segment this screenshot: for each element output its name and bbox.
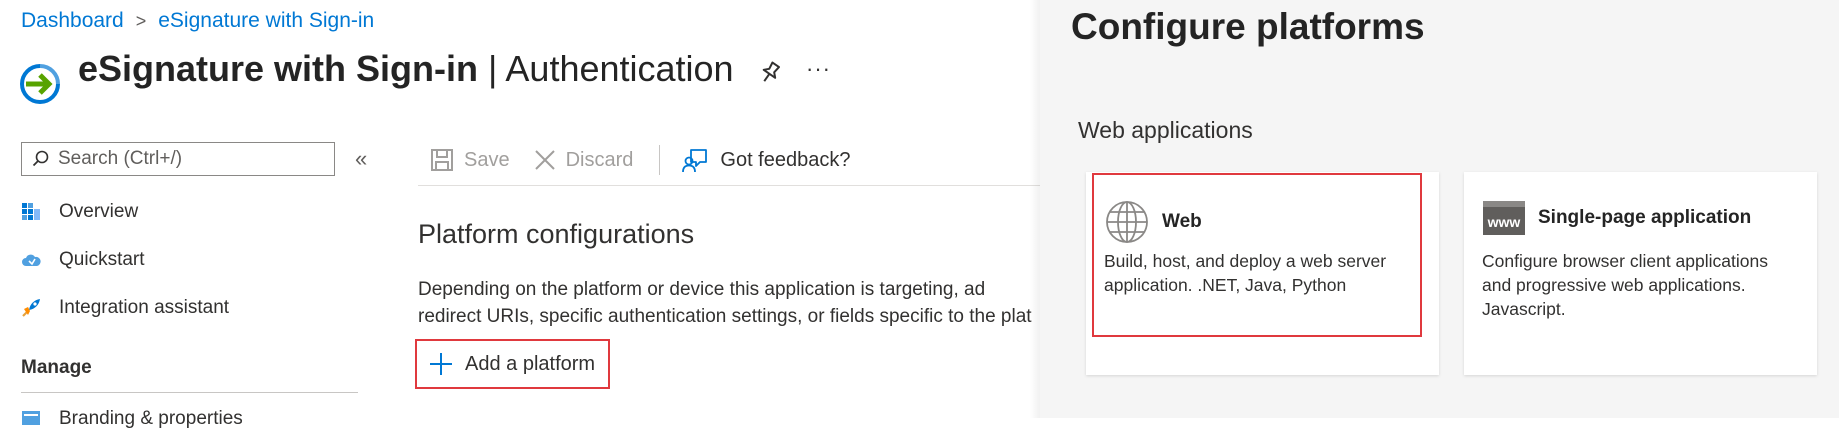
manage-divider (21, 392, 358, 393)
sidebar-item-label: Integration assistant (59, 297, 230, 318)
platform-card-spa[interactable]: www Single-page application Configure br… (1464, 172, 1817, 375)
www-icon-text: www (1487, 214, 1521, 230)
feedback-label: Got feedback? (720, 148, 851, 171)
www-icon: www (1483, 201, 1525, 235)
save-icon (431, 149, 453, 171)
panel-title: Configure platforms (1071, 6, 1425, 47)
more-options-icon[interactable]: ··· (806, 56, 831, 82)
save-label: Save (464, 148, 510, 171)
sidebar-item-integration-assistant[interactable]: Integration assistant (21, 297, 229, 319)
cloud-icon (22, 254, 41, 266)
page-name: Authentication (505, 48, 734, 89)
search-box[interactable] (21, 142, 335, 176)
pin-icon[interactable] (757, 60, 783, 86)
card-description: Configure browser client applications an… (1482, 251, 1768, 319)
breadcrumb: Dashboard > eSignature with Sign-in (21, 9, 374, 33)
add-platform-button[interactable]: Add a platform (415, 339, 610, 389)
collapse-sidebar-icon[interactable]: « (355, 146, 367, 172)
feedback-button[interactable]: Got feedback? (682, 147, 850, 173)
description-line-2: redirect URIs, specific authentication s… (418, 306, 1032, 327)
search-input[interactable] (56, 147, 320, 171)
card-title: Single-page application (1538, 207, 1752, 228)
toolbar-divider (659, 145, 661, 175)
app-name: eSignature with Sign-in (78, 48, 479, 89)
manage-section-header: Manage (21, 357, 92, 378)
command-bar: Save Discard Got feedback? (430, 145, 850, 175)
platform-configurations-heading: Platform configurations (418, 219, 695, 249)
web-applications-heading: Web applications (1078, 117, 1253, 143)
search-icon (32, 150, 49, 167)
card-header: www Single-page application (1482, 199, 1751, 237)
toolbar-divider-line (418, 185, 1040, 186)
close-icon (534, 150, 555, 170)
breadcrumb-separator: > (135, 10, 147, 31)
save-button[interactable]: Save (430, 148, 510, 172)
discard-button[interactable]: Discard (534, 148, 634, 172)
sidebar-item-branding[interactable]: Branding & properties (21, 408, 243, 430)
rocket-icon (22, 299, 40, 317)
sidebar-item-label: Branding & properties (59, 408, 243, 429)
overview-icon (22, 203, 40, 220)
sidebar-item-overview[interactable]: Overview (21, 201, 138, 223)
platform-description: Depending on the platform or device this… (418, 276, 1043, 330)
sidebar-item-label: Overview (59, 201, 139, 222)
app-registration-icon (20, 64, 60, 104)
add-platform-label: Add a platform (465, 352, 596, 375)
breadcrumb-dashboard[interactable]: Dashboard (21, 9, 124, 33)
title-separator: | (488, 48, 498, 89)
breadcrumb-app[interactable]: eSignature with Sign-in (158, 9, 374, 33)
plus-icon (430, 353, 452, 375)
feedback-icon (682, 149, 708, 173)
branding-icon (22, 411, 40, 425)
page-title: eSignature with Sign-in | Authentication (78, 48, 734, 90)
discard-label: Discard (565, 148, 634, 171)
sidebar-item-quickstart[interactable]: Quickstart (21, 249, 145, 271)
web-card-highlight (1092, 173, 1422, 337)
sidebar-item-label: Quickstart (59, 249, 145, 270)
description-line-1: Depending on the platform or device this… (418, 279, 986, 300)
